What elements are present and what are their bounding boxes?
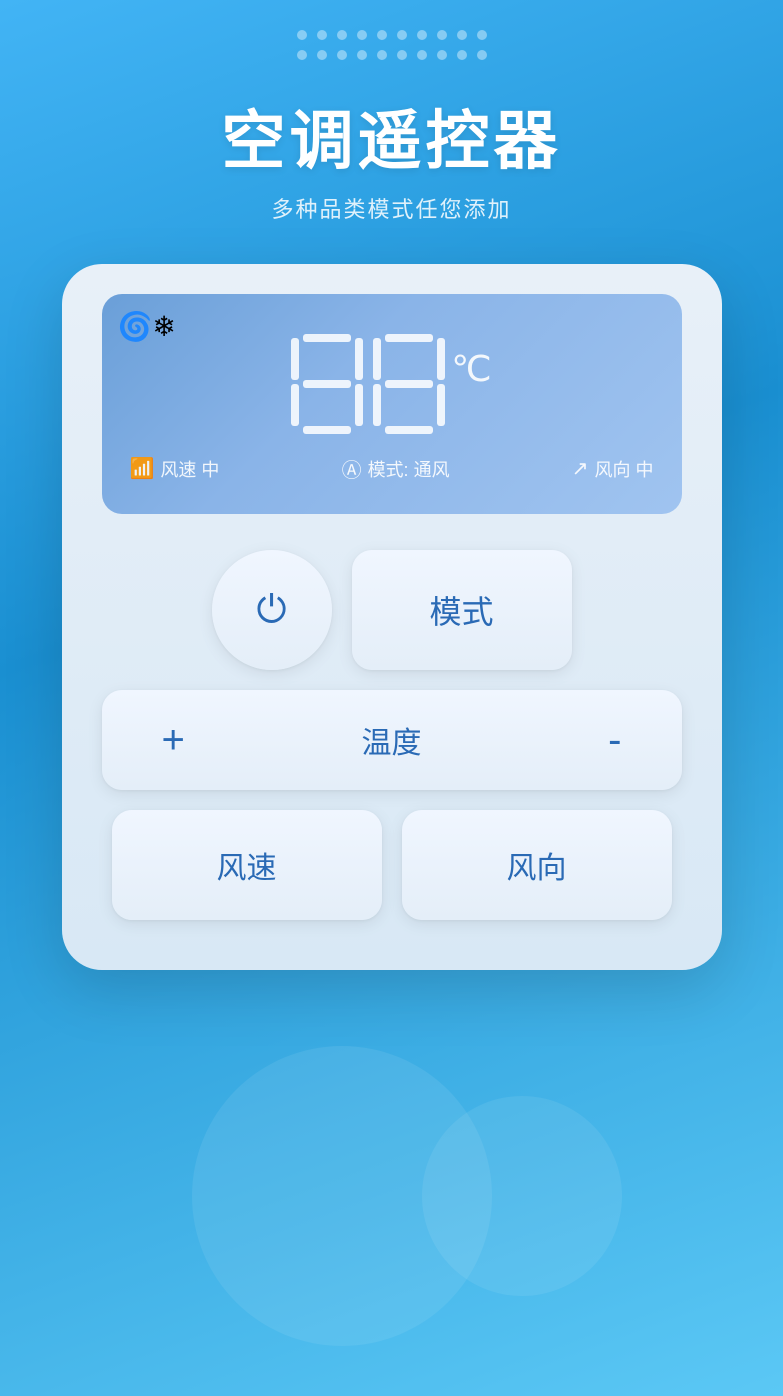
temp-label: 温度 [362, 718, 422, 762]
wind-dir-icon: ↗ [572, 456, 589, 481]
wind-speed-button-label: 风速 [217, 843, 277, 887]
mode-button-label: 模式 [429, 587, 493, 633]
title-section: 空调遥控器 多种品类模式任您添加 [222, 90, 562, 224]
display-screen: 🌀❄ [102, 294, 682, 514]
temp-plus[interactable]: + [162, 718, 185, 763]
wind-dir-button-label: 风向 [507, 843, 567, 887]
temp-display: ℃ [126, 314, 658, 434]
digit-right [373, 334, 445, 434]
decorative-dots-top [297, 30, 487, 40]
mode-icon: 🌀❄ [118, 310, 176, 343]
digit-left [291, 334, 363, 434]
status-bar: 📶 风速 中 Ⓐ 模式: 通风 ↗ 风向 中 [126, 454, 658, 483]
mode-button[interactable]: 模式 [352, 550, 572, 670]
wind-dir-label: 风向 中 [594, 456, 653, 482]
wind-speed-button[interactable]: 风速 [112, 810, 382, 920]
celsius-unit: ℃ [451, 348, 491, 390]
btn-row-3: 风速 风向 [102, 810, 682, 920]
remote-card: 🌀❄ [62, 264, 722, 970]
buttons-area: ⏻ 模式 + 温度 - 风速 风向 [102, 550, 682, 920]
wind-speed-label: 风速 中 [160, 456, 219, 482]
digit-container [291, 334, 445, 434]
app-title: 空调遥控器 [222, 90, 562, 182]
btn-row-1: ⏻ 模式 [102, 550, 682, 670]
wind-dir-button[interactable]: 风向 [402, 810, 672, 920]
mode-status-icon: Ⓐ [342, 454, 362, 483]
mode-status: Ⓐ 模式: 通风 [342, 454, 450, 483]
wind-speed-status: 📶 风速 中 [130, 456, 220, 482]
wind-dir-status: ↗ 风向 中 [572, 456, 654, 482]
btn-row-2: + 温度 - [102, 690, 682, 790]
mode-label: 模式: 通风 [368, 456, 450, 482]
decorative-dots-row2 [297, 50, 487, 60]
power-button[interactable]: ⏻ [212, 550, 332, 670]
temp-minus[interactable]: - [608, 718, 621, 763]
temperature-button[interactable]: + 温度 - [102, 690, 682, 790]
wind-speed-icon: 📶 [130, 456, 155, 481]
app-subtitle: 多种品类模式任您添加 [222, 192, 562, 224]
power-icon: ⏻ [256, 589, 286, 632]
